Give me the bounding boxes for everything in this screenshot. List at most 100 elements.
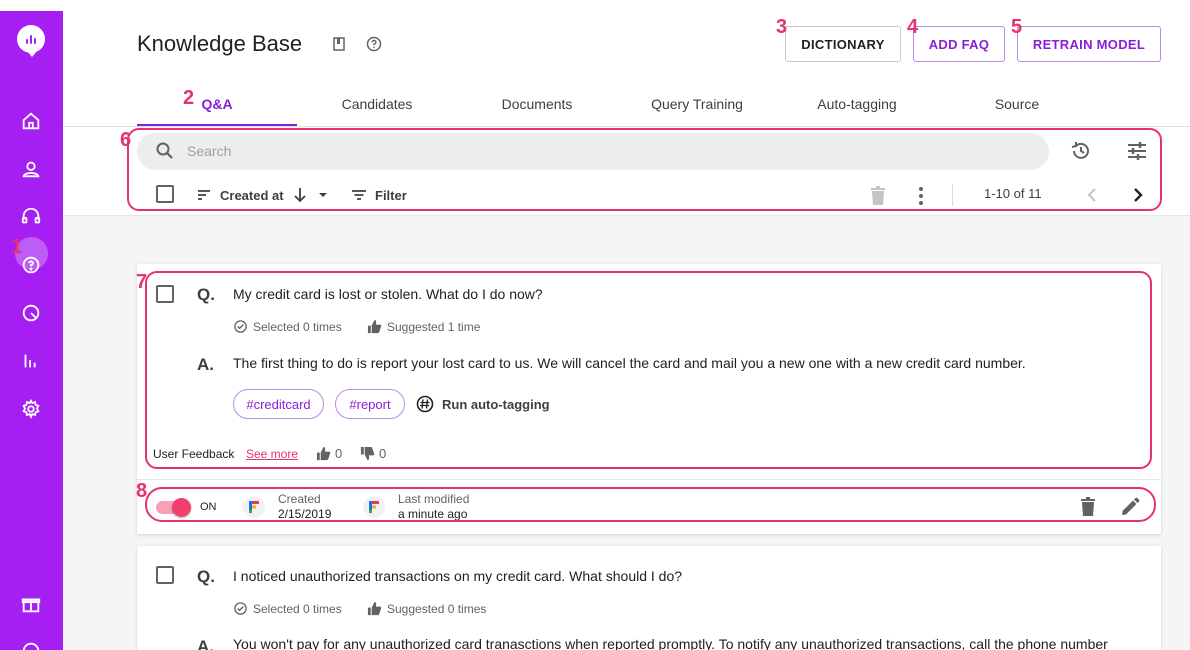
sort-label: Created at xyxy=(220,187,284,203)
select-all-checkbox[interactable] xyxy=(156,185,174,203)
thumb-up-icon xyxy=(367,601,382,616)
suggested-count-text: Suggested 0 times xyxy=(387,601,487,616)
selected-count-text: Selected 0 times xyxy=(253,601,342,616)
thumbs-down-value: 0 xyxy=(379,446,387,461)
annotation-number: 5 xyxy=(1011,16,1023,38)
answer-text[interactable]: You won't pay for any unauthorized card … xyxy=(233,636,1153,650)
suggested-count-text: Suggested 1 time xyxy=(387,319,481,334)
edit-icon[interactable] xyxy=(1118,495,1142,519)
question-marker: Q. xyxy=(197,285,215,304)
user-icon[interactable] xyxy=(19,157,43,181)
card-divider xyxy=(137,479,1161,480)
search-icon xyxy=(156,142,173,159)
annotation-number: 7 xyxy=(136,271,148,293)
annotation-number: 1 xyxy=(11,236,23,258)
delete-icon[interactable] xyxy=(866,184,890,208)
enable-toggle[interactable] xyxy=(154,498,192,517)
gift-icon[interactable] xyxy=(19,592,43,616)
created-label: Created xyxy=(278,492,321,506)
arrow-down-icon[interactable] xyxy=(292,186,308,204)
more-vert-icon[interactable] xyxy=(909,184,933,208)
hashtag-circle-icon xyxy=(416,395,434,413)
analytics-icon[interactable] xyxy=(19,349,43,373)
item-checkbox[interactable] xyxy=(156,566,174,584)
question-text[interactable]: I noticed unauthorized transactions on m… xyxy=(233,568,682,584)
created-date: 2/15/2019 xyxy=(278,507,332,521)
check-badge-icon xyxy=(234,320,247,333)
thumb-up-icon xyxy=(367,319,382,334)
annotation-number: 8 xyxy=(136,480,148,502)
annotation-number: 6 xyxy=(120,129,132,151)
tab-documents[interactable]: Documents xyxy=(457,82,617,126)
dictionary-button[interactable]: DICTIONARY xyxy=(785,26,901,62)
annotation-number: 2 xyxy=(183,87,195,109)
selected-count: Selected 0 times xyxy=(233,601,342,616)
thumbs-up-count: 0 xyxy=(316,446,342,461)
tab-bar: Q&A Candidates Documents Query Training … xyxy=(137,82,1097,126)
help-circle-icon[interactable] xyxy=(19,253,43,277)
chat-support-icon[interactable] xyxy=(19,205,43,229)
sort-control[interactable]: Created at xyxy=(196,185,330,205)
run-auto-tagging-button[interactable]: Run auto-tagging xyxy=(416,395,550,413)
thumbs-down-count: 0 xyxy=(360,446,386,461)
chevron-right-icon[interactable] xyxy=(1126,183,1150,207)
suggested-count: Suggested 0 times xyxy=(367,601,486,616)
answer-marker: A. xyxy=(197,355,214,374)
last-modified-label: Last modified xyxy=(398,492,470,506)
annotation-number: 3 xyxy=(776,16,788,38)
search-input[interactable] xyxy=(187,140,1027,162)
thumbs-up-value: 0 xyxy=(335,446,343,461)
delete-icon[interactable] xyxy=(1076,495,1100,519)
book-icon[interactable] xyxy=(331,36,347,52)
tune-icon[interactable] xyxy=(1125,139,1149,163)
app-logo-icon xyxy=(249,501,259,513)
tab-query-training[interactable]: Query Training xyxy=(617,82,777,126)
thumb-down-icon xyxy=(360,446,375,461)
help-icon[interactable] xyxy=(19,639,43,650)
toggle-state-label: ON xyxy=(200,501,217,513)
logo-icon[interactable] xyxy=(17,25,45,57)
app-logo-icon xyxy=(369,501,379,513)
chevron-left-icon[interactable] xyxy=(1080,183,1104,207)
history-icon[interactable] xyxy=(1069,139,1093,163)
see-more-link[interactable]: See more xyxy=(246,447,298,461)
filter-label: Filter xyxy=(375,187,407,203)
tab-source[interactable]: Source xyxy=(937,82,1097,126)
filter-control[interactable]: Filter xyxy=(351,185,407,205)
last-modified-value: a minute ago xyxy=(398,507,468,521)
question-marker: Q. xyxy=(197,567,215,586)
creator-avatar xyxy=(243,496,265,518)
answer-marker: A. xyxy=(197,637,214,650)
tab-candidates[interactable]: Candidates xyxy=(297,82,457,126)
chevron-down-icon[interactable] xyxy=(316,188,330,202)
app-root: Knowledge Base DICTIONARY ADD FAQ RETRAI… xyxy=(0,0,1190,650)
selected-count: Selected 0 times xyxy=(233,319,342,334)
sort-icon xyxy=(198,190,210,200)
filter-icon xyxy=(352,190,366,200)
answer-text[interactable]: The first thing to do is report your los… xyxy=(233,355,1026,371)
thumb-up-icon xyxy=(316,446,331,461)
question-text[interactable]: My credit card is lost or stolen. What d… xyxy=(233,286,543,302)
item-checkbox[interactable] xyxy=(156,285,174,303)
tag-chip[interactable]: #creditcard xyxy=(233,389,324,419)
user-feedback-label: User Feedback xyxy=(153,447,235,461)
modifier-avatar xyxy=(363,496,385,518)
add-faq-button[interactable]: ADD FAQ xyxy=(913,26,1005,62)
pagination-text: 1-10 of 11 xyxy=(984,186,1042,201)
retrain-model-button[interactable]: RETRAIN MODEL xyxy=(1017,26,1161,62)
toolbar-divider xyxy=(952,184,953,206)
suggested-count: Suggested 1 time xyxy=(367,319,480,334)
annotation-number: 4 xyxy=(907,16,919,38)
tab-auto-tagging[interactable]: Auto-tagging xyxy=(777,82,937,126)
run-auto-tagging-label: Run auto-tagging xyxy=(442,396,550,412)
check-badge-icon xyxy=(234,602,247,615)
search-chat-icon[interactable] xyxy=(19,301,43,325)
sidebar xyxy=(0,11,63,650)
home-icon[interactable] xyxy=(19,109,43,133)
tab-qa[interactable]: Q&A xyxy=(137,82,297,126)
help-circle-icon[interactable] xyxy=(366,36,382,52)
selected-count-text: Selected 0 times xyxy=(253,319,342,334)
settings-icon[interactable] xyxy=(19,397,43,421)
page-title: Knowledge Base xyxy=(137,31,303,56)
tag-chip[interactable]: #report xyxy=(335,389,405,419)
